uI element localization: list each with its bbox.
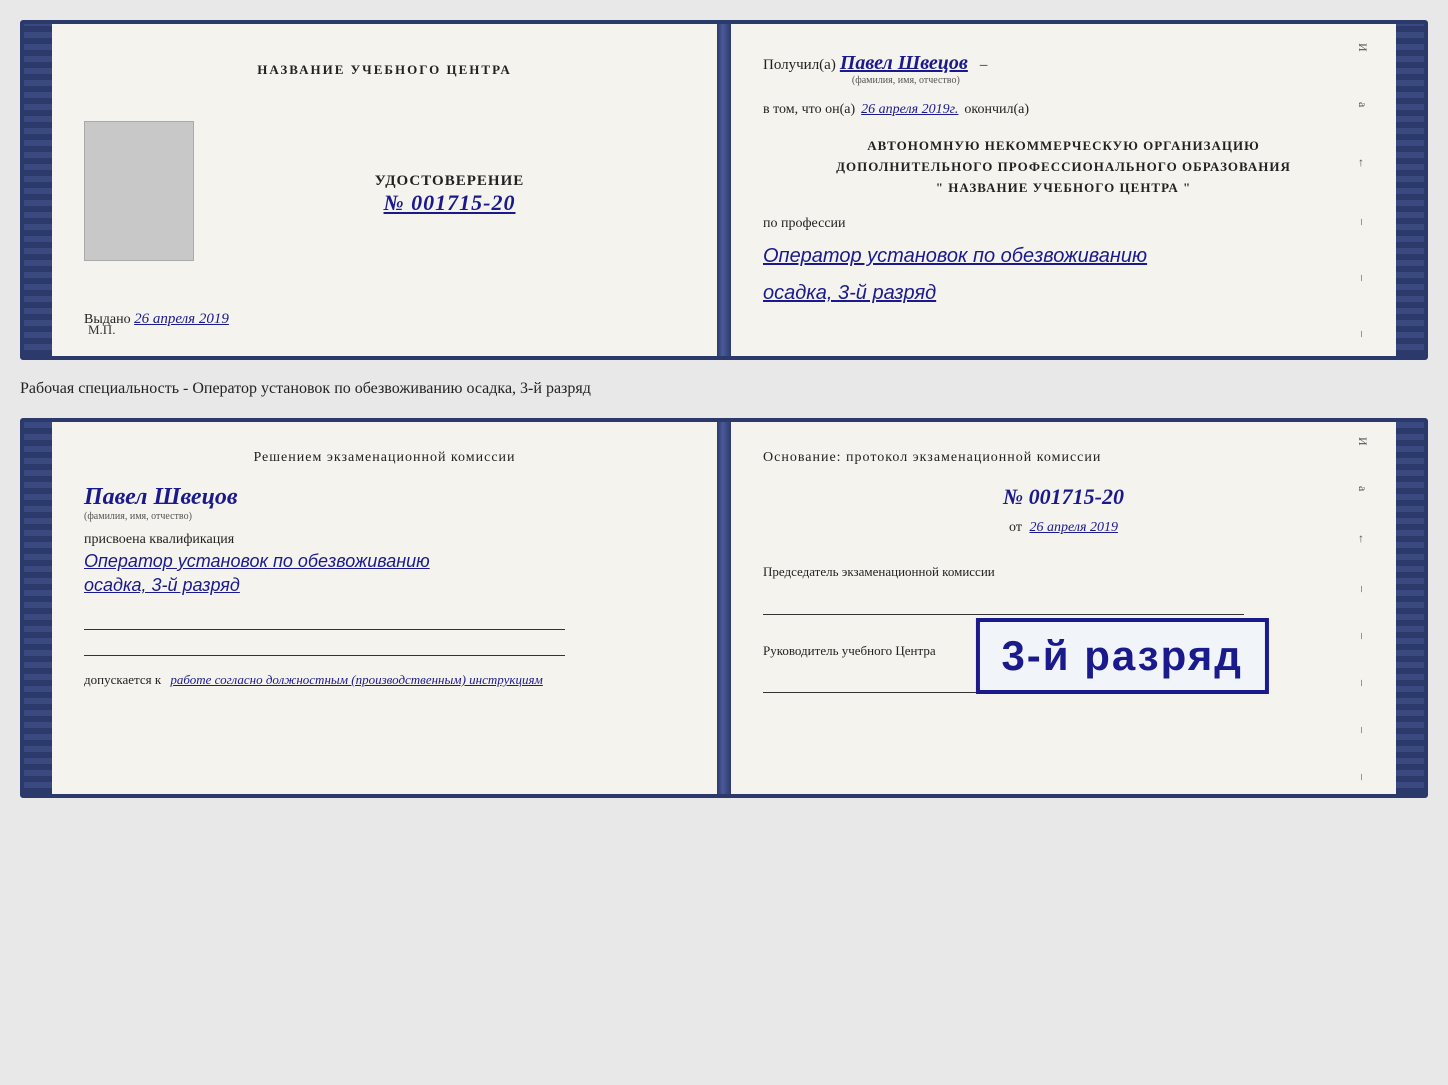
basis-title: Основание: протокол экзаменационной коми… — [763, 450, 1364, 466]
qualification-value: Оператор установок по обезвоживанию — [84, 548, 430, 575]
spine-top — [717, 24, 731, 356]
from-date: от 26 апреля 2019 — [763, 520, 1364, 536]
training-center-title: НАЗВАНИЕ УЧЕБНОГО ЦЕНТРА — [257, 62, 512, 78]
allows-line: допускается к работе согласно должностны… — [84, 672, 543, 688]
chairman-sig-line — [763, 593, 1244, 615]
finished-label: окончил(а) — [964, 102, 1029, 118]
cert-number: № 001715-20 — [384, 190, 516, 216]
deco-dash2: – — [1355, 275, 1370, 281]
deco-И: И — [1355, 43, 1370, 52]
top-document: НАЗВАНИЕ УЧЕБНОГО ЦЕНТРА УДОСТОВЕРЕНИЕ №… — [20, 20, 1428, 360]
top-doc-right-page: Получил(а) Павел Швецов (фамилия, имя, о… — [731, 24, 1396, 356]
bottom-doc-right-page: Основание: протокол экзаменационной коми… — [731, 422, 1396, 794]
issued-date: 26 апреля 2019 — [134, 311, 229, 327]
caption-text: Рабочая специальность - Оператор установ… — [20, 378, 1428, 400]
photo-placeholder — [84, 121, 194, 261]
allows-prefix: допускается к — [84, 672, 161, 687]
profession-label: по профессии — [763, 216, 1364, 232]
person-name-large: Павел Швецов — [84, 484, 238, 511]
recipient-name: Павел Швецов — [840, 52, 968, 74]
chairman-label: Председатель экзаменационной комиссии — [763, 564, 1364, 581]
deco-И2: И — [1355, 437, 1370, 446]
org-line1: АВТОНОМНУЮ НЕКОММЕРЧЕСКУЮ ОРГАНИЗАЦИЮ — [763, 136, 1364, 157]
cert-label: УДОСТОВЕРЕНИЕ — [375, 173, 525, 190]
org-line2: ДОПОЛНИТЕЛЬНОГО ПРОФЕССИОНАЛЬНОГО ОБРАЗО… — [763, 157, 1364, 178]
deco-dash8: – — [1355, 774, 1370, 780]
right-edge-decoration-bottom — [1396, 422, 1424, 794]
signature-lines — [84, 608, 565, 656]
sig-line-2 — [84, 634, 565, 656]
top-doc-left-page: НАЗВАНИЕ УЧЕБНОГО ЦЕНТРА УДОСТОВЕРЕНИЕ №… — [52, 24, 717, 356]
sig-line-1 — [84, 608, 565, 630]
profession-value: Оператор установок по обезвоживанию — [763, 242, 1364, 270]
deco-dash6: – — [1355, 680, 1370, 686]
org-line3: " НАЗВАНИЕ УЧЕБНОГО ЦЕНТРА " — [763, 178, 1364, 199]
from-date-value: 26 апреля 2019 — [1029, 520, 1117, 535]
left-edge-decoration — [24, 24, 52, 356]
fio-label: (фамилия, имя, отчество) — [844, 75, 968, 86]
deco-dash3: – — [1355, 331, 1370, 337]
rank-value-bottom: осадка, 3-й разряд — [84, 575, 240, 596]
mp-label: М.П. — [88, 322, 115, 338]
spine-bottom — [717, 422, 731, 794]
right-decoration-bottom: И а ← – – – – – — [1355, 422, 1370, 794]
qualification-label: присвоена квалификация — [84, 532, 234, 548]
bottom-doc-left-page: Решением экзаменационной комиссии Павел … — [52, 422, 717, 794]
right-edge-decoration-top — [1396, 24, 1424, 356]
bottom-document: Решением экзаменационной комиссии Павел … — [20, 418, 1428, 798]
received-line: Получил(а) Павел Швецов (фамилия, имя, о… — [763, 52, 1364, 86]
date-value: 26 апреля 2019г. — [861, 102, 958, 118]
fio-sublabel-bottom: (фамилия, имя, отчество) — [84, 511, 238, 522]
deco-dash5: – — [1355, 633, 1370, 639]
that-prefix: в том, что он(а) — [763, 102, 855, 118]
allows-value: работе согласно должностным (производств… — [170, 672, 542, 687]
rank-value-top: осадка, 3-й разряд — [763, 282, 1364, 305]
stamp-overlay: 3-й разряд — [975, 618, 1269, 694]
deco-dash4: – — [1355, 586, 1370, 592]
left-edge-decoration-bottom — [24, 422, 52, 794]
org-text: АВТОНОМНУЮ НЕКОММЕРЧЕСКУЮ ОРГАНИЗАЦИЮ ДО… — [763, 136, 1364, 198]
decision-title: Решением экзаменационной комиссии — [84, 450, 685, 466]
that-line: в том, что он(а) 26 апреля 2019г. окончи… — [763, 102, 1364, 118]
issued-line: Выдано 26 апреля 2019 — [84, 311, 685, 328]
stamp-text: 3-й разряд — [1001, 632, 1243, 680]
deco-dash7: – — [1355, 727, 1370, 733]
page-container: НАЗВАНИЕ УЧЕБНОГО ЦЕНТРА УДОСТОВЕРЕНИЕ №… — [20, 20, 1428, 798]
protocol-number: № 001715-20 — [763, 484, 1364, 510]
received-prefix: Получил(а) — [763, 57, 836, 74]
from-prefix: от — [1009, 520, 1022, 535]
